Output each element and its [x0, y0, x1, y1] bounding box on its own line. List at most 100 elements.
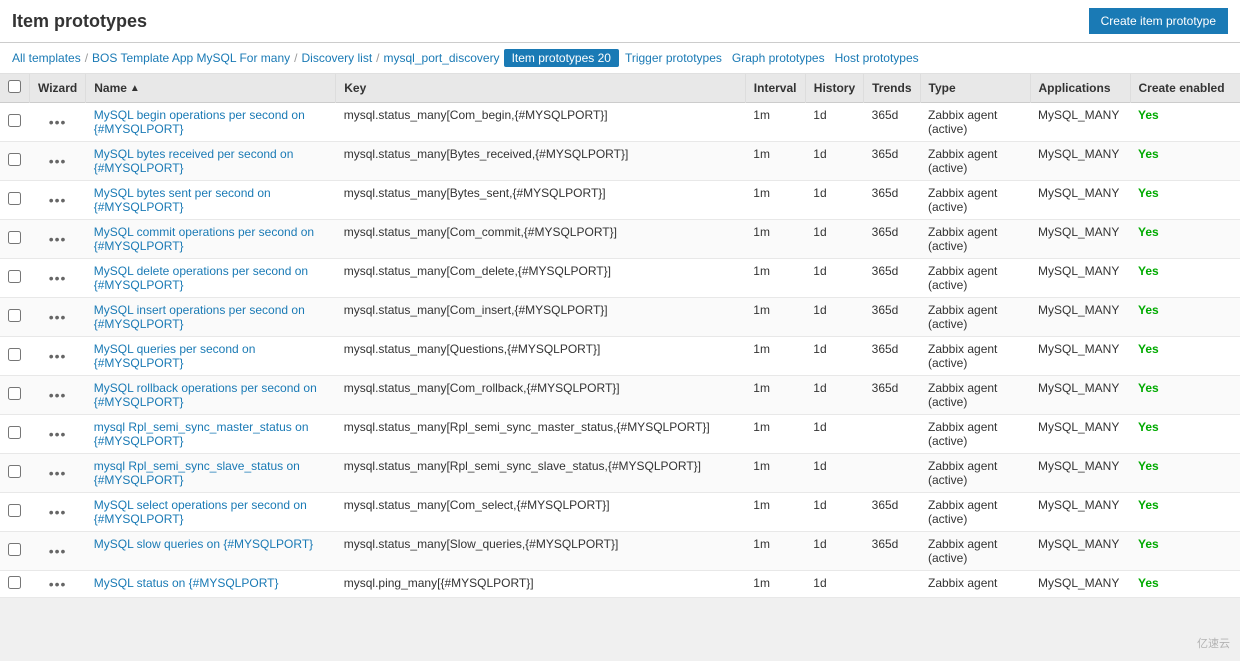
row-dots-menu[interactable]: •••	[30, 181, 86, 220]
row-dots-menu[interactable]: •••	[30, 298, 86, 337]
tab-host-prototypes[interactable]: Host prototypes	[831, 49, 923, 67]
row-checkbox[interactable]	[8, 387, 21, 400]
create-enabled-link[interactable]: Yes	[1138, 537, 1159, 551]
dots-icon[interactable]: •••	[49, 114, 67, 130]
dots-icon[interactable]: •••	[49, 231, 67, 247]
dots-icon[interactable]: •••	[49, 309, 67, 325]
table-row: ••• mysql Rpl_semi_sync_master_status on …	[0, 415, 1240, 454]
create-enabled-link[interactable]: Yes	[1138, 186, 1159, 200]
item-name-link[interactable]: MySQL bytes sent per second on {#MYSQLPO…	[94, 186, 271, 214]
row-checkbox[interactable]	[8, 309, 21, 322]
item-name-link[interactable]: MySQL bytes received per second on {#MYS…	[94, 147, 294, 175]
dots-icon[interactable]: •••	[49, 387, 67, 403]
create-enabled-link[interactable]: Yes	[1138, 381, 1159, 395]
row-dots-menu[interactable]: •••	[30, 142, 86, 181]
dots-icon[interactable]: •••	[49, 576, 67, 592]
breadcrumb-nav: All templates / BOS Template App MySQL F…	[0, 43, 1240, 74]
row-type-cell: Zabbix agent (active)	[920, 493, 1030, 532]
row-checkbox-cell	[0, 415, 30, 454]
th-type: Type	[920, 74, 1030, 103]
row-trends-cell	[864, 415, 920, 454]
create-enabled-link[interactable]: Yes	[1138, 264, 1159, 278]
row-interval-cell: 1m	[745, 376, 805, 415]
item-name-link[interactable]: MySQL commit operations per second on {#…	[94, 225, 314, 253]
row-dots-menu[interactable]: •••	[30, 259, 86, 298]
table-row: •••MySQL slow queries on {#MYSQLPORT}mys…	[0, 532, 1240, 571]
row-dots-menu[interactable]: •••	[30, 571, 86, 598]
page-title: Item prototypes	[12, 11, 147, 32]
dots-icon[interactable]: •••	[49, 348, 67, 364]
row-checkbox[interactable]	[8, 231, 21, 244]
row-name-cell: MySQL bytes sent per second on {#MYSQLPO…	[86, 181, 336, 220]
item-name-link[interactable]: MySQL rollback operations per second on …	[94, 381, 317, 409]
row-type-cell: Zabbix agent (active)	[920, 337, 1030, 376]
row-applications-cell: MySQL_MANY	[1030, 571, 1130, 598]
create-item-prototype-button[interactable]: Create item prototype	[1089, 8, 1228, 34]
create-enabled-link[interactable]: Yes	[1138, 459, 1159, 473]
row-dots-menu[interactable]: •••	[30, 220, 86, 259]
create-enabled-link[interactable]: Yes	[1138, 420, 1159, 434]
item-name-link[interactable]: MySQL queries per second on {#MYSQLPORT}	[94, 342, 256, 370]
dots-icon[interactable]: •••	[49, 504, 67, 520]
row-checkbox[interactable]	[8, 426, 21, 439]
select-all-checkbox[interactable]	[8, 80, 21, 93]
row-create-enabled-cell: Yes	[1130, 571, 1240, 598]
item-name-link[interactable]: MySQL delete operations per second on {#…	[94, 264, 308, 292]
dots-icon[interactable]: •••	[49, 426, 67, 442]
row-checkbox[interactable]	[8, 153, 21, 166]
row-dots-menu[interactable]: •••	[30, 493, 86, 532]
breadcrumb-discovery-list[interactable]: Discovery list	[301, 51, 372, 65]
row-interval-cell: 1m	[745, 259, 805, 298]
dots-icon[interactable]: •••	[49, 543, 67, 559]
row-dots-menu[interactable]: •••	[30, 454, 86, 493]
tab-trigger-prototypes[interactable]: Trigger prototypes	[621, 49, 726, 67]
row-checkbox[interactable]	[8, 543, 21, 556]
row-interval-cell: 1m	[745, 220, 805, 259]
item-name-link[interactable]: MySQL status on {#MYSQLPORT}	[94, 576, 279, 590]
th-name[interactable]: Name ▲	[86, 74, 336, 103]
create-enabled-link[interactable]: Yes	[1138, 108, 1159, 122]
row-dots-menu[interactable]: •••	[30, 415, 86, 454]
dots-icon[interactable]: •••	[49, 153, 67, 169]
row-checkbox[interactable]	[8, 348, 21, 361]
row-checkbox[interactable]	[8, 504, 21, 517]
create-enabled-link[interactable]: Yes	[1138, 576, 1159, 590]
create-enabled-link[interactable]: Yes	[1138, 147, 1159, 161]
item-name-link[interactable]: MySQL insert operations per second on {#…	[94, 303, 305, 331]
row-key-cell: mysql.status_many[Rpl_semi_sync_master_s…	[336, 415, 746, 454]
create-enabled-link[interactable]: Yes	[1138, 498, 1159, 512]
item-name-link[interactable]: mysql Rpl_semi_sync_slave_status on {#MY…	[94, 459, 300, 487]
row-checkbox[interactable]	[8, 114, 21, 127]
breadcrumb-all-templates[interactable]: All templates	[12, 51, 81, 65]
row-checkbox[interactable]	[8, 576, 21, 589]
dots-icon[interactable]: •••	[49, 465, 67, 481]
row-checkbox-cell	[0, 376, 30, 415]
create-enabled-link[interactable]: Yes	[1138, 303, 1159, 317]
item-name-link[interactable]: mysql Rpl_semi_sync_master_status on {#M…	[94, 420, 309, 448]
breadcrumb-template[interactable]: BOS Template App MySQL For many	[92, 51, 290, 65]
row-dots-menu[interactable]: •••	[30, 337, 86, 376]
tab-graph-prototypes[interactable]: Graph prototypes	[728, 49, 829, 67]
item-name-link[interactable]: MySQL begin operations per second on {#M…	[94, 108, 305, 136]
th-checkbox	[0, 74, 30, 103]
create-enabled-link[interactable]: Yes	[1138, 225, 1159, 239]
item-name-link[interactable]: MySQL select operations per second on {#…	[94, 498, 307, 526]
create-enabled-link[interactable]: Yes	[1138, 342, 1159, 356]
breadcrumb-sep-3: /	[376, 51, 379, 65]
row-type-cell: Zabbix agent (active)	[920, 220, 1030, 259]
row-key-cell: mysql.status_many[Rpl_semi_sync_slave_st…	[336, 454, 746, 493]
row-interval-cell: 1m	[745, 337, 805, 376]
dots-icon[interactable]: •••	[49, 192, 67, 208]
row-checkbox[interactable]	[8, 465, 21, 478]
tab-item-prototypes[interactable]: Item prototypes 20	[504, 49, 619, 67]
breadcrumb-discovery-rule[interactable]: mysql_port_discovery	[384, 51, 500, 65]
dots-icon[interactable]: •••	[49, 270, 67, 286]
row-dots-menu[interactable]: •••	[30, 103, 86, 142]
row-dots-menu[interactable]: •••	[30, 532, 86, 571]
row-create-enabled-cell: Yes	[1130, 298, 1240, 337]
item-name-link[interactable]: MySQL slow queries on {#MYSQLPORT}	[94, 537, 313, 551]
row-create-enabled-cell: Yes	[1130, 493, 1240, 532]
row-dots-menu[interactable]: •••	[30, 376, 86, 415]
row-checkbox[interactable]	[8, 192, 21, 205]
row-checkbox[interactable]	[8, 270, 21, 283]
